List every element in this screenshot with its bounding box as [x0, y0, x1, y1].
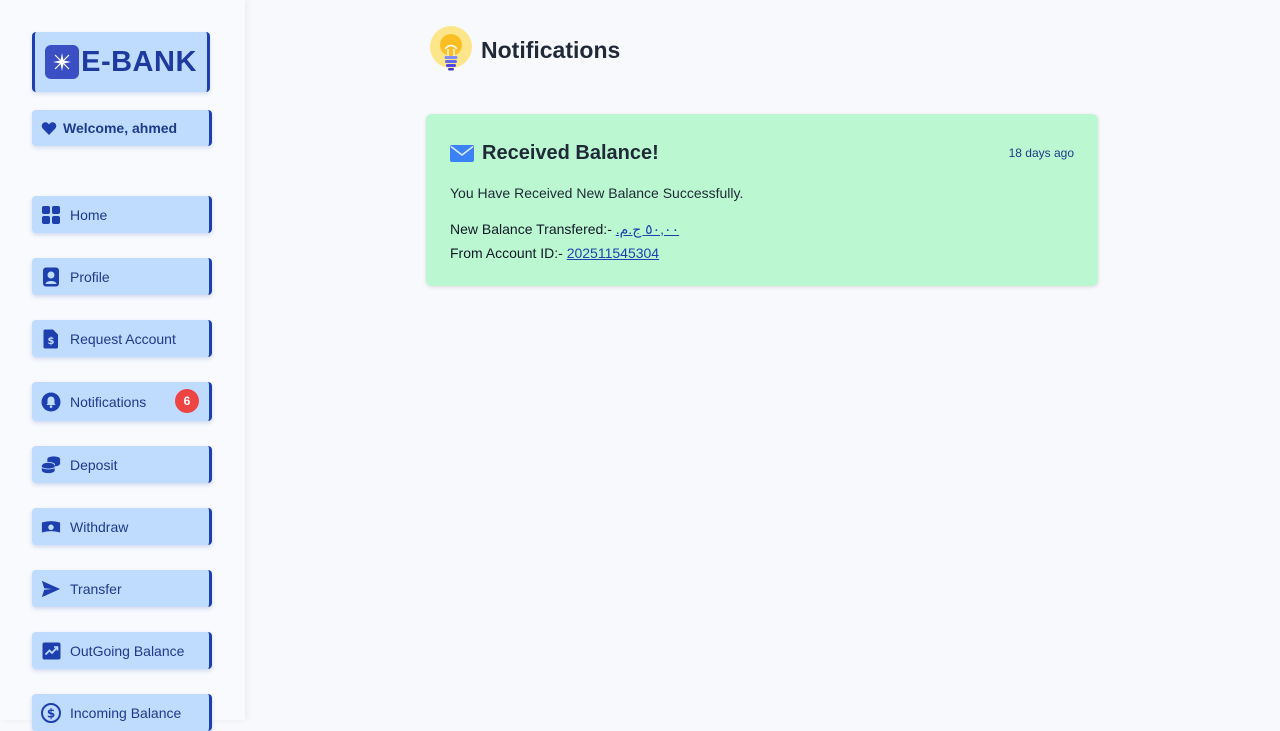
sidebar-item-label: Home — [70, 206, 108, 223]
send-icon — [41, 579, 61, 599]
dollar-document-icon: $ — [41, 329, 61, 349]
sidebar-item-label: Transfer — [70, 580, 122, 597]
account-label: From Account ID:- — [450, 245, 563, 261]
sidebar: E-BANK Welcome, ahmed Home Profile $ Req… — [0, 0, 245, 731]
sidebar-item-label: Request Account — [70, 330, 176, 347]
amount-link[interactable]: ٥٠,٠٠ ج.م. — [616, 221, 679, 237]
sidebar-item-label: Profile — [70, 268, 110, 285]
account-id-link[interactable]: 202511545304 — [567, 245, 659, 261]
sidebar-item-transfer[interactable]: Transfer — [32, 570, 212, 607]
logo[interactable]: E-BANK — [32, 32, 210, 92]
bank-logo-icon — [45, 45, 80, 79]
welcome-text: Welcome, ahmed — [63, 120, 178, 136]
money-bill-icon — [41, 517, 61, 537]
coins-icon — [41, 455, 61, 475]
sidebar-item-label: Incoming Balance — [70, 704, 182, 721]
sidebar-item-notifications[interactable]: Notifications 6 — [32, 382, 212, 421]
account-line: From Account ID:- 202511545304 — [450, 245, 659, 261]
logo-text: E-BANK — [81, 45, 197, 78]
notification-message: You Have Received New Balance Successful… — [450, 185, 744, 201]
notification-card[interactable]: Received Balance! 18 days ago You Have R… — [426, 114, 1098, 286]
sidebar-item-label: OutGoing Balance — [70, 642, 185, 659]
svg-text:$: $ — [48, 336, 55, 347]
welcome-banner: Welcome, ahmed — [32, 110, 212, 146]
heart-icon — [41, 121, 57, 136]
sidebar-item-label: Withdraw — [70, 518, 129, 535]
sidebar-item-withdraw[interactable]: Withdraw — [32, 508, 212, 545]
home-grid-icon — [41, 205, 61, 225]
notification-title: Received Balance! — [482, 142, 659, 164]
sidebar-item-label: Deposit — [70, 456, 118, 473]
bell-icon — [41, 392, 61, 412]
notification-count-badge: 6 — [175, 389, 199, 413]
amount-label: New Balance Transfered:- — [450, 221, 612, 237]
notification-header: Received Balance! — [450, 142, 659, 165]
page-header: Notifications — [430, 26, 620, 74]
sidebar-item-request-account[interactable]: $ Request Account — [32, 320, 212, 357]
sidebar-item-outgoing-balance[interactable]: OutGoing Balance — [32, 632, 212, 669]
lightbulb-icon — [430, 26, 472, 74]
notification-timestamp: 18 days ago — [1008, 146, 1074, 160]
sidebar-item-label: Notifications — [70, 393, 147, 410]
envelope-icon — [450, 145, 474, 162]
sidebar-item-home[interactable]: Home — [32, 196, 212, 233]
amount-line: New Balance Transfered:- ٥٠,٠٠ ج.م. — [450, 221, 679, 238]
sidebar-item-deposit[interactable]: Deposit — [32, 446, 212, 483]
sidebar-item-incoming-balance[interactable]: $ Incoming Balance — [32, 694, 212, 731]
svg-text:$: $ — [47, 706, 55, 720]
sidebar-item-profile[interactable]: Profile — [32, 258, 212, 295]
page-title: Notifications — [481, 36, 621, 63]
chart-up-icon — [41, 641, 61, 661]
profile-icon — [41, 267, 61, 287]
